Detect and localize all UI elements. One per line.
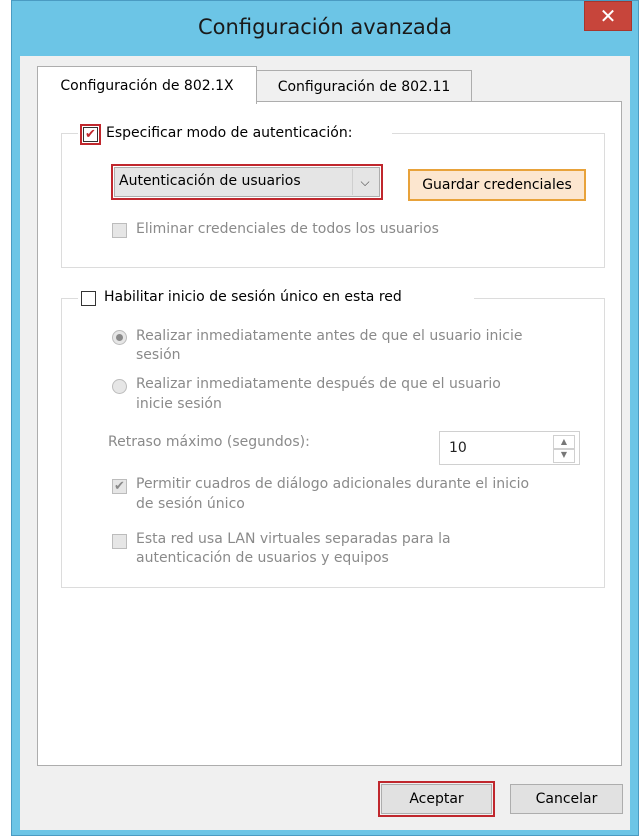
before-logon-label-line1: Realizar inmediatamente antes de que el … <box>136 328 523 344</box>
max-delay-value: 10 <box>449 440 467 456</box>
save-credentials-label: Guardar credenciales <box>422 177 572 193</box>
chevron-down-icon: ⌵ <box>352 169 377 195</box>
after-logon-radio[interactable] <box>112 379 127 394</box>
delete-credentials-label: Eliminar credenciales de todos los usuar… <box>136 221 439 237</box>
enable-sso-checkbox[interactable] <box>81 291 96 306</box>
specify-mode-checkbox[interactable]: ✔ <box>80 124 101 145</box>
spin-down-icon[interactable]: ▼ <box>553 448 575 463</box>
vlan-checkbox[interactable] <box>112 534 127 549</box>
save-credentials-button[interactable]: Guardar credenciales <box>408 169 586 201</box>
tab-802-1x[interactable]: Configuración de 802.1X <box>37 66 257 104</box>
cancel-button[interactable]: Cancelar <box>510 784 623 814</box>
tab-label: Configuración de 802.1X <box>60 77 234 94</box>
cancel-label: Cancelar <box>535 791 598 807</box>
auth-mode-select[interactable]: Autenticación de usuarios ⌵ <box>111 164 383 200</box>
auth-mode-value: Autenticación de usuarios <box>119 173 301 189</box>
close-icon: ✕ <box>599 4 617 28</box>
vlan-label-line2: autenticación de usuarios y equipos <box>136 550 389 566</box>
vlan-label-line1: Esta red usa LAN virtuales separadas par… <box>136 531 451 547</box>
max-delay-label: Retraso máximo (segundos): <box>108 434 310 450</box>
tab-802-11[interactable]: Configuración de 802.11 <box>256 70 472 104</box>
before-logon-label-line2: sesión <box>136 347 181 363</box>
ok-label: Aceptar <box>409 791 464 807</box>
checkmark-icon: ✔ <box>85 127 96 142</box>
delete-credentials-checkbox[interactable] <box>112 223 127 238</box>
after-logon-label-line2: inicie sesión <box>136 396 222 412</box>
allow-dialogs-checkbox[interactable]: ✔ <box>112 479 127 494</box>
close-button[interactable]: ✕ <box>584 1 632 31</box>
tab-label: Configuración de 802.11 <box>277 79 451 95</box>
allow-dialogs-label-line2: de sesión único <box>136 496 245 512</box>
window-title: Configuración avanzada <box>198 15 452 39</box>
allow-dialogs-label-line1: Permitir cuadros de diálogo adicionales … <box>136 476 530 492</box>
specify-mode-label: Especificar modo de autenticación: <box>106 125 353 141</box>
before-logon-radio[interactable] <box>112 330 127 345</box>
ok-button[interactable]: Aceptar <box>378 781 495 817</box>
enable-sso-label: Habilitar inicio de sesión único en esta… <box>104 289 402 305</box>
max-delay-spinner[interactable]: 10 ▲ ▼ <box>439 431 580 465</box>
checkmark-icon: ✔ <box>114 479 125 494</box>
after-logon-label-line1: Realizar inmediatamente después de que e… <box>136 376 501 392</box>
